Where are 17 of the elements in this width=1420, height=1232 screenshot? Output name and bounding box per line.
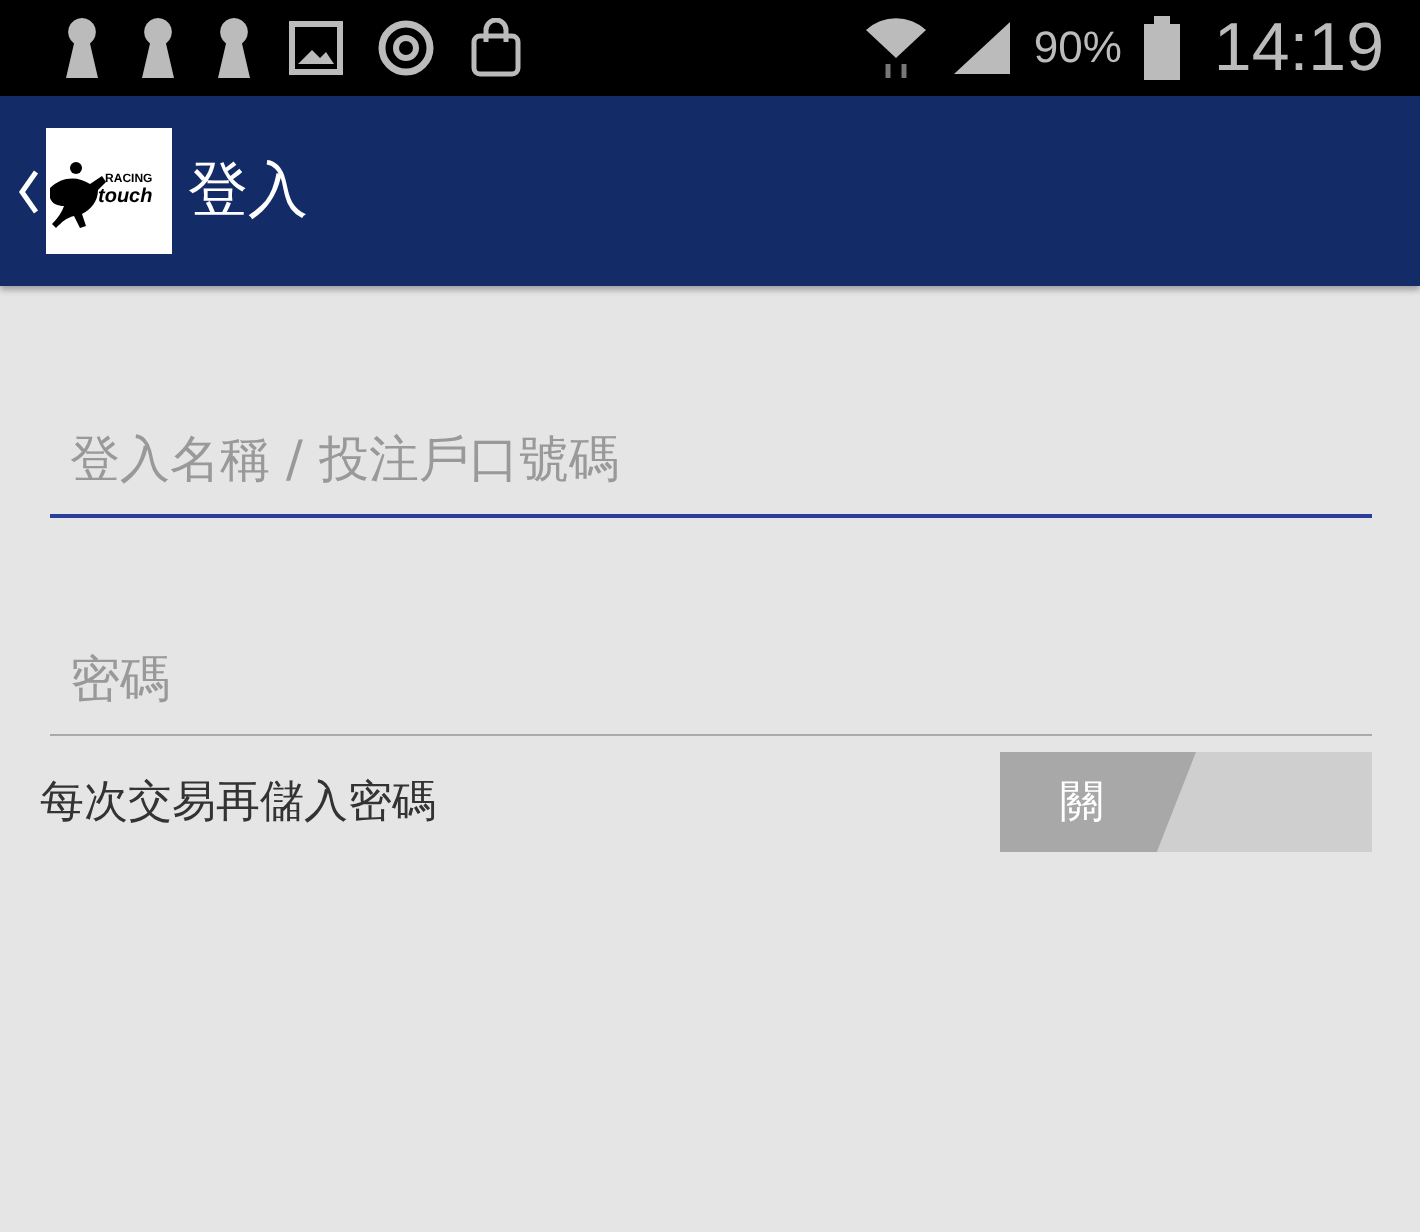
image-icon: [288, 20, 344, 76]
shopping-bag-icon: [468, 18, 524, 78]
battery-icon: [1141, 16, 1182, 80]
input-field[interactable]: 密碼: [50, 622, 1372, 736]
signal-icon: [949, 18, 1014, 78]
keyhole-icon: [136, 18, 180, 78]
battery-percentage: 90%: [1033, 22, 1122, 74]
screen-title: 登入: [188, 154, 308, 230]
setting-label: 每次交易再儲入密碼: [40, 776, 436, 832]
toggle-switch[interactable]: 關: [1000, 752, 1372, 852]
wifi-icon: [861, 14, 930, 82]
clock: 14:19: [1213, 9, 1384, 87]
back-icon[interactable]: [16, 167, 40, 215]
keyhole-icon: [60, 18, 104, 78]
logo-text: touch: [98, 186, 153, 208]
input-field[interactable]: 登入名稱 / 投注戶口號碼: [50, 402, 1372, 518]
keyhole-icon: [212, 18, 256, 78]
